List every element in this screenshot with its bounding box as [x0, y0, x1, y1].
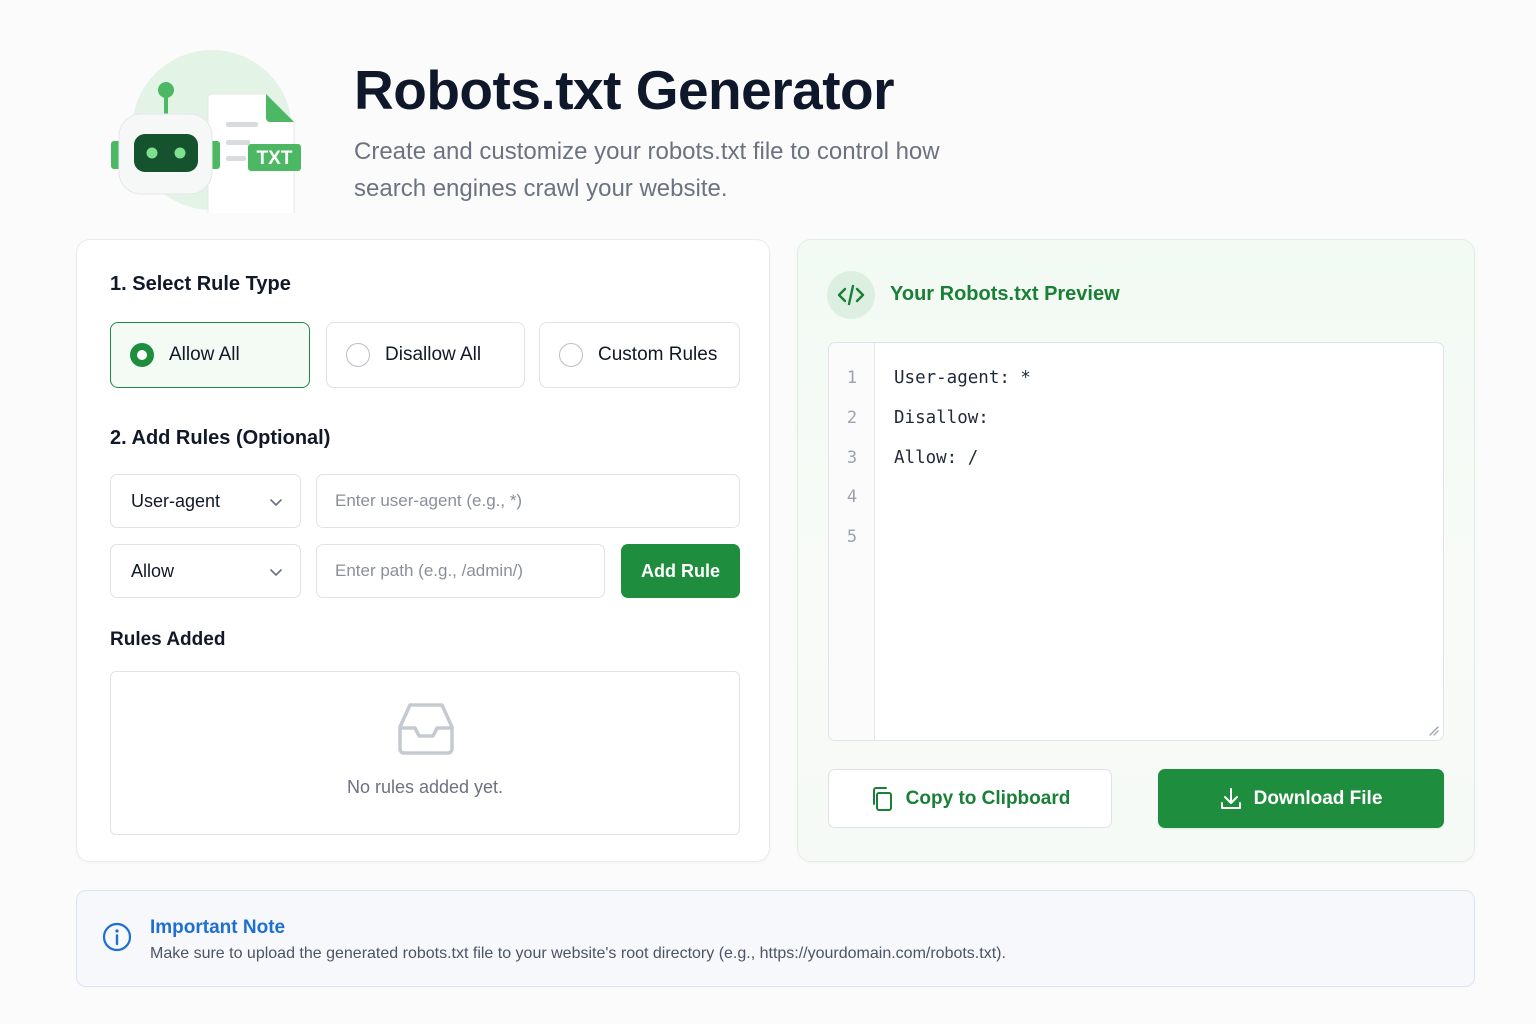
directive-select[interactable]: Allow	[110, 544, 301, 598]
code-line: Disallow:	[894, 408, 989, 428]
preview-card: Your Robots.txt Preview 1 2 3 4 5 User-a…	[797, 239, 1475, 862]
empty-state-text: No rules added yet.	[346, 777, 504, 797]
robot-logo-icon: TXT	[111, 50, 301, 213]
add-rules-heading: 2. Add Rules (Optional)	[110, 427, 331, 449]
line-number-gutter: 1 2 3 4 5	[829, 343, 875, 740]
note-text: Make sure to upload the generated robots…	[150, 945, 1006, 962]
subtitle-line-1: Create and customize your robots.txt fil…	[354, 138, 940, 165]
copy-to-clipboard-button[interactable]: Copy to Clipboard	[828, 769, 1112, 828]
radio-unselected-icon	[346, 343, 370, 367]
page-header: TXT Robots.txt Generator Create and cust…	[0, 0, 1536, 230]
copy-icon	[872, 786, 892, 811]
resize-handle-icon[interactable]	[1427, 724, 1439, 736]
line-number: 4	[846, 487, 858, 507]
inbox-icon	[398, 703, 454, 755]
chevron-down-icon	[270, 499, 282, 506]
radio-label-disallow-all: Disallow All	[385, 344, 482, 365]
field-type-value: User-agent	[131, 490, 221, 511]
code-line: Allow: /	[894, 448, 979, 468]
line-number: 2	[846, 408, 858, 428]
radio-disallow-all[interactable]: Disallow All	[326, 322, 525, 388]
download-icon	[1220, 787, 1241, 809]
important-note: Important Note Make sure to upload the g…	[76, 890, 1475, 987]
rule-builder-card: 1. Select Rule Type Allow All Disallow A…	[76, 239, 770, 862]
chevron-down-icon	[270, 569, 282, 576]
rules-added-heading: Rules Added	[110, 629, 226, 650]
note-title: Important Note	[150, 917, 286, 938]
info-icon	[102, 922, 132, 952]
radio-selected-icon	[130, 343, 154, 367]
code-line: User-agent: *	[894, 368, 1031, 388]
rule-type-heading: 1. Select Rule Type	[110, 273, 291, 295]
robots-preview-editor[interactable]: 1 2 3 4 5 User-agent: * Disallow: Allow:…	[828, 342, 1444, 741]
download-button-label: Download File	[1253, 787, 1383, 809]
user-agent-input[interactable]	[316, 474, 740, 528]
path-input[interactable]	[316, 544, 605, 598]
code-icon	[827, 271, 875, 319]
line-number: 3	[846, 448, 858, 468]
rules-list-empty: No rules added yet.	[110, 671, 740, 835]
directive-value: Allow	[131, 560, 175, 581]
subtitle-line-2: search engines crawl your website.	[354, 175, 728, 202]
line-number: 5	[846, 527, 858, 547]
radio-label-allow-all: Allow All	[169, 344, 240, 365]
page-title: Robots.txt Generator	[354, 59, 895, 121]
line-number: 1	[846, 368, 858, 388]
radio-label-custom-rules: Custom Rules	[598, 344, 718, 365]
page-subtitle: Create and customize your robots.txt fil…	[354, 133, 994, 207]
radio-custom-rules[interactable]: Custom Rules	[539, 322, 740, 388]
add-rule-button[interactable]: Add Rule	[621, 544, 740, 598]
txt-label: TXT	[257, 148, 293, 169]
copy-button-label: Copy to Clipboard	[905, 787, 1071, 809]
radio-allow-all[interactable]: Allow All	[110, 322, 310, 388]
radio-unselected-icon	[559, 343, 583, 367]
field-type-select[interactable]: User-agent	[110, 474, 301, 528]
download-file-button[interactable]: Download File	[1158, 769, 1444, 828]
preview-title: Your Robots.txt Preview	[890, 283, 1120, 305]
